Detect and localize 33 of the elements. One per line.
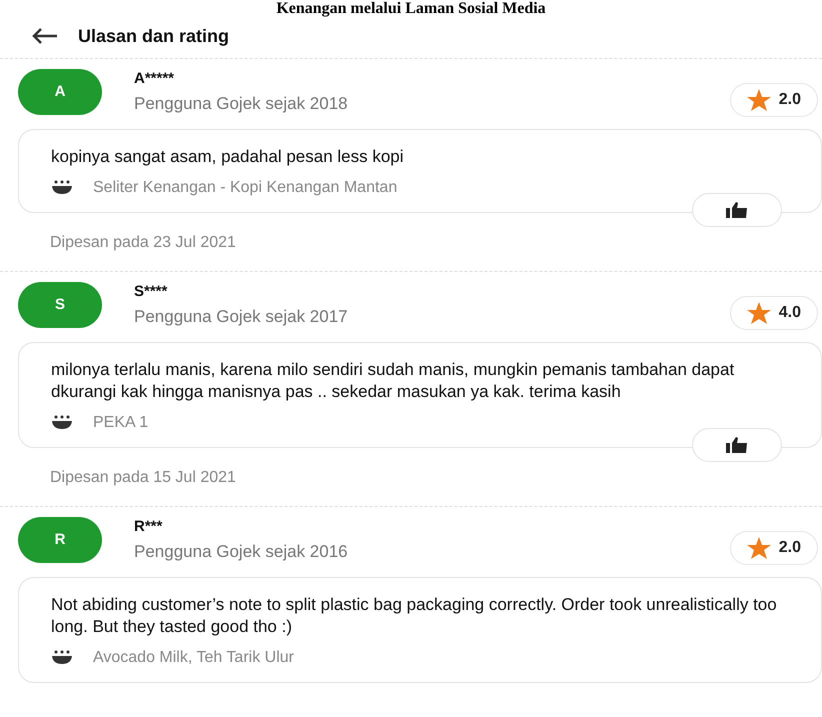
like-button[interactable] [692, 428, 782, 462]
avatar: S [18, 282, 102, 328]
page-title: Ulasan dan rating [78, 24, 230, 48]
rating-value: 2.0 [778, 90, 801, 110]
bowl-icon [51, 180, 73, 196]
member-since: Pengguna Gojek sejak 2016 [134, 540, 349, 562]
star-icon [746, 537, 771, 559]
avatar: R [18, 517, 102, 563]
member-since: Pengguna Gojek sejak 2018 [134, 92, 349, 114]
ordered-items: Seliter Kenangan - Kopi Kenangan Mantan [93, 178, 398, 198]
ordered-items: Avocado Milk, Teh Tarik Ulur [93, 648, 294, 668]
review-text: kopinya sangat asam, padahal pesan less kopi [51, 146, 405, 168]
rating-value: 4.0 [778, 303, 801, 323]
thumbs-up-icon [726, 202, 748, 218]
bowl-icon [51, 650, 73, 666]
star-icon [746, 89, 771, 111]
back-arrow-icon[interactable] [32, 28, 58, 44]
star-icon [746, 302, 771, 324]
ordered-items: PEKA 1 [93, 413, 148, 433]
bowl-icon [51, 415, 73, 431]
thumbs-up-icon [726, 437, 748, 453]
order-date: Dipesan pada 23 Jul 2021 [50, 233, 237, 253]
reviewer-name: R*** [134, 517, 164, 537]
like-button[interactable] [692, 193, 782, 227]
review-text: milonya terlalu manis, karena milo sendiri sudah manis, mungkin pemanis tambahan dapat dkurangi kak hingga manisnya pas .. sekedar masukan ya kak. terima kasih [51, 359, 736, 403]
reviewer-name: S**** [134, 282, 168, 302]
member-since: Pengguna Gojek sejak 2017 [134, 306, 349, 328]
rating-value: 2.0 [778, 538, 801, 558]
review-text: Not abiding customer’s note to split plastic bag packaging correctly. Order took unrealistically too long. But they tasted good tho :) [51, 594, 778, 638]
reviewer-name: A***** [134, 69, 176, 89]
order-date: Dipesan pada 15 Jul 2021 [50, 468, 237, 488]
document-caption: Kenangan melalui Laman Sosial Media [275, 0, 547, 18]
avatar: A [18, 69, 102, 115]
